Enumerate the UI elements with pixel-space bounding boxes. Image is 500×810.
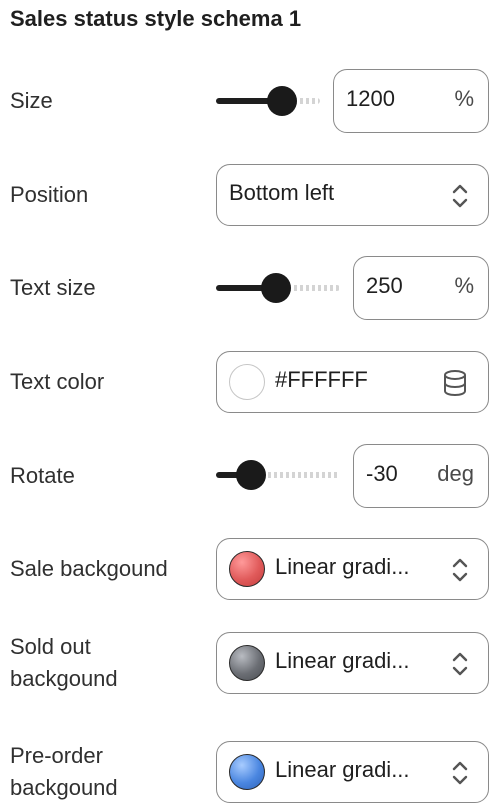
pre-order-background-select[interactable]: Linear gradi... bbox=[216, 741, 489, 803]
pre-order-background-label-line2: backgound bbox=[10, 775, 118, 800]
position-label: Position bbox=[10, 182, 89, 207]
rotate-label: Rotate bbox=[10, 463, 75, 488]
text-size-input[interactable]: 250 % bbox=[353, 256, 489, 320]
rotate-input[interactable]: -30 deg bbox=[353, 444, 489, 508]
text-size-slider[interactable] bbox=[216, 273, 340, 303]
rotate-slider[interactable] bbox=[216, 460, 340, 490]
size-label: Size bbox=[10, 88, 53, 113]
sold-out-background-select[interactable]: Linear gradi... bbox=[216, 632, 489, 694]
sold-out-background-label: Sold out backgound bbox=[10, 631, 118, 695]
sold-out-background-swatch[interactable] bbox=[229, 645, 265, 681]
panel-title: Sales status style schema 1 bbox=[10, 6, 302, 31]
size-slider-thumb[interactable] bbox=[267, 86, 297, 116]
text-size-label: Text size bbox=[10, 275, 96, 300]
sold-out-background-label-line1: Sold out bbox=[10, 634, 91, 659]
size-unit: % bbox=[454, 86, 474, 111]
size-input[interactable]: 1200 % bbox=[333, 69, 489, 133]
sale-background-label: Sale backgound bbox=[10, 556, 168, 581]
sale-background-value: Linear gradi... bbox=[275, 554, 410, 579]
rotate-slider-thumb[interactable] bbox=[236, 460, 266, 490]
pre-order-background-swatch[interactable] bbox=[229, 754, 265, 790]
sale-background-select[interactable]: Linear gradi... bbox=[216, 538, 489, 600]
text-color-value: #FFFFFF bbox=[275, 367, 368, 392]
text-size-unit: % bbox=[454, 273, 474, 298]
rotate-unit: deg bbox=[437, 461, 474, 486]
pre-order-background-label-line1: Pre-order bbox=[10, 743, 103, 768]
text-size-slider-thumb[interactable] bbox=[261, 273, 291, 303]
position-value: Bottom left bbox=[229, 180, 335, 205]
pre-order-background-value: Linear gradi... bbox=[275, 757, 410, 782]
position-select[interactable]: Bottom left bbox=[216, 164, 489, 226]
sold-out-background-label-line2: backgound bbox=[10, 666, 118, 691]
database-icon[interactable] bbox=[442, 369, 468, 397]
chevron-updown-icon bbox=[452, 761, 468, 785]
pre-order-background-label: Pre-order backgound bbox=[10, 740, 118, 804]
rotate-value: -30 bbox=[366, 461, 398, 486]
chevron-updown-icon bbox=[452, 184, 468, 208]
size-slider[interactable] bbox=[216, 86, 320, 116]
chevron-updown-icon bbox=[452, 652, 468, 676]
chevron-updown-icon bbox=[452, 558, 468, 582]
size-value: 1200 bbox=[346, 86, 395, 111]
sale-background-swatch[interactable] bbox=[229, 551, 265, 587]
sold-out-background-value: Linear gradi... bbox=[275, 648, 410, 673]
text-color-label: Text color bbox=[10, 369, 105, 394]
text-color-picker[interactable]: #FFFFFF bbox=[216, 351, 489, 413]
text-size-value: 250 bbox=[366, 273, 403, 298]
text-color-swatch[interactable] bbox=[229, 364, 265, 400]
